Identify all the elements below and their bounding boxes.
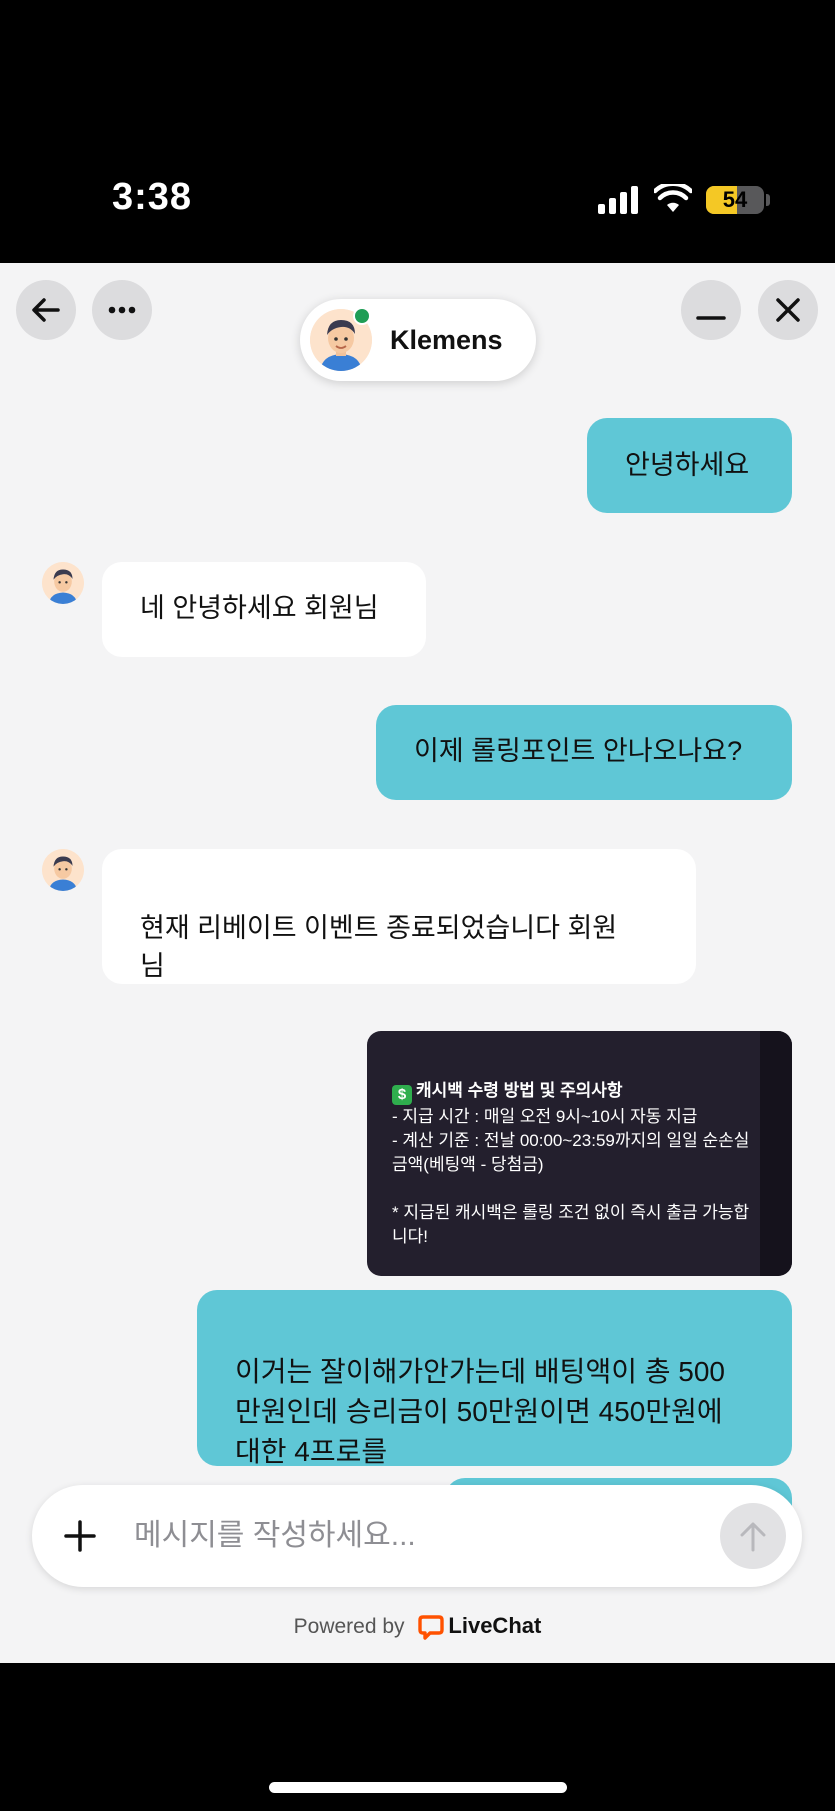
message-bubble-agent: 현재 리베이트 이벤트 종료되었습니다 회원 님 (102, 849, 696, 984)
message-text: 안녕하세요 (625, 450, 750, 480)
powered-by-footer[interactable]: Powered by LiveChat (0, 1613, 835, 1641)
image-content: $ 캐시백 수령 방법 및 주의사항 - 지급 시간 : 매일 오전 9시~10시… (392, 1055, 757, 1249)
home-indicator[interactable] (269, 1782, 567, 1793)
message-bubble-user: 이거는 잘이해가안가는데 배팅액이 총 500 만원인데 승리금이 50만원이면… (197, 1290, 792, 1467)
message-bubble-user: 안녕하세요 (587, 418, 792, 513)
shared-image-message[interactable]: $ 캐시백 수령 방법 및 주의사항 - 지급 시간 : 매일 오전 9시~10시… (367, 1031, 792, 1276)
minimize-button[interactable] (681, 280, 741, 340)
agent-message-avatar (42, 562, 84, 604)
message-text: 네 안녕하세요 회원님 (140, 593, 379, 623)
image-title: 캐시백 수령 방법 및 주의사항 (416, 1081, 623, 1100)
attach-button[interactable] (56, 1512, 104, 1560)
message-bubble-agent: 네 안녕하세요 회원님 (102, 562, 426, 657)
image-shade (760, 1031, 792, 1276)
agent-info-pill[interactable]: Klemens (300, 299, 536, 381)
ellipsis-icon (108, 306, 136, 314)
agent-name: Klemens (390, 325, 503, 355)
message-text: 이거는 잘이해가안가는데 배팅액이 총 500 만원인데 승리금이 50만원이면… (235, 1356, 725, 1467)
arrow-left-icon (32, 298, 60, 322)
image-body: - 지급 시간 : 매일 오전 9시~10시 자동 지급 - 계산 기준 : 전… (392, 1107, 750, 1246)
battery-icon: 54 (706, 186, 764, 214)
powered-by-label: Powered by (293, 1615, 405, 1638)
message-bubble-user: 이제 롤링포인트 안나오나요? (376, 705, 792, 800)
livechat-logo-icon (418, 1615, 445, 1641)
message-composer: 메시지를 작성하세요... (32, 1485, 802, 1587)
x-icon (776, 298, 800, 322)
agent-message-avatar (42, 849, 84, 891)
battery-cap (766, 194, 770, 206)
status-time: 3:38 (112, 176, 193, 218)
message-text: 이제 롤링포인트 안나오나요? (414, 736, 743, 766)
message-input[interactable]: 메시지를 작성하세요... (134, 1485, 416, 1587)
more-options-button[interactable] (92, 280, 152, 340)
back-button[interactable] (16, 280, 76, 340)
send-button[interactable] (720, 1503, 786, 1569)
online-status-dot (353, 307, 371, 325)
minus-icon (696, 316, 726, 320)
dollar-sign-icon: $ (392, 1085, 412, 1105)
livechat-brand: LiveChat (448, 1613, 542, 1638)
message-text: 현재 리베이트 이벤트 종료되었습니다 회원 님 (140, 913, 618, 981)
battery-level: 54 (722, 187, 748, 212)
chat-window: Klemens 안녕하세요 네 안녕하세요 회원님 이제 롤링포인트 안나오나요… (0, 263, 835, 1663)
close-button[interactable] (758, 280, 818, 340)
wifi-icon (654, 184, 692, 212)
plus-icon (64, 1520, 96, 1552)
arrow-up-icon (740, 1522, 766, 1552)
status-bar: 3:38 54 (0, 0, 835, 263)
cellular-signal-icon (598, 186, 640, 214)
